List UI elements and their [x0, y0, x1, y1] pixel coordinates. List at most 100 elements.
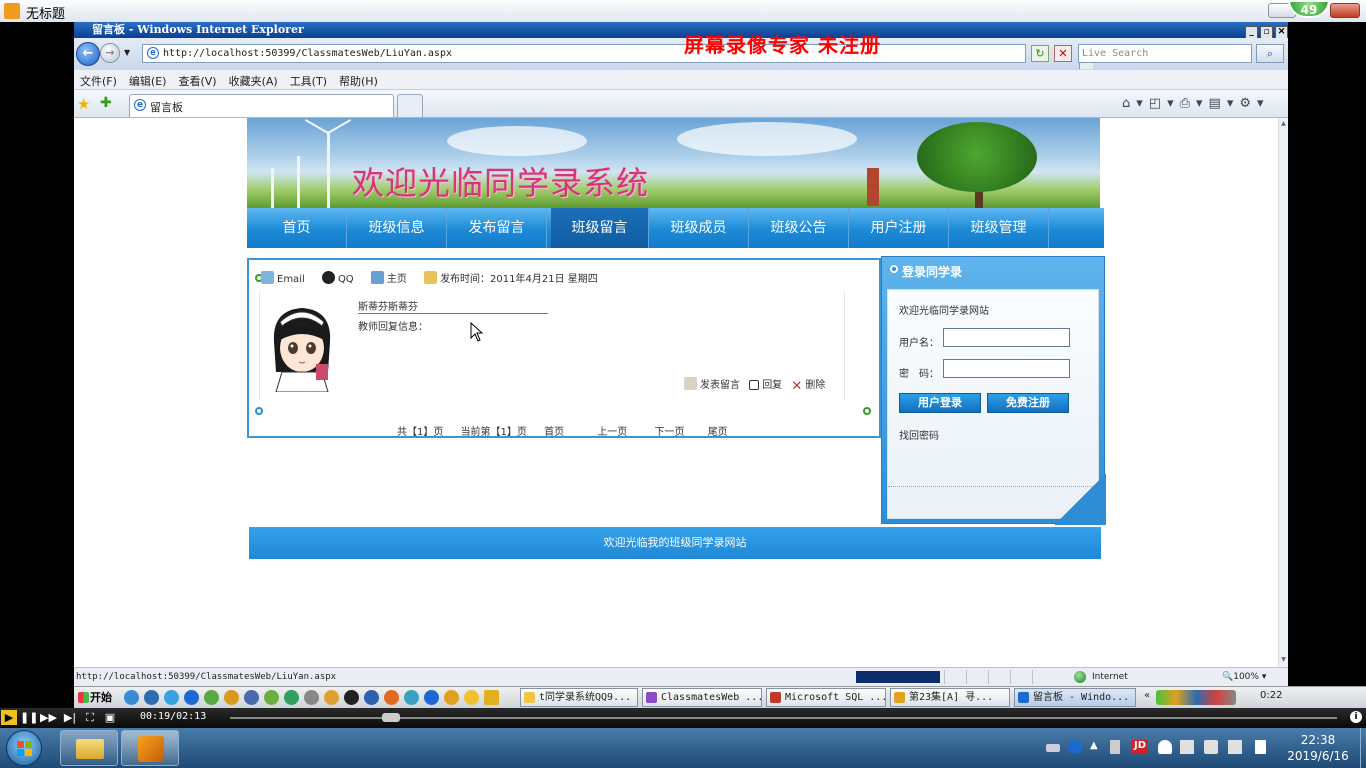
quicklaunch-icon[interactable] — [484, 690, 499, 705]
username-field[interactable] — [943, 328, 1070, 347]
qq-link[interactable]: QQ — [321, 271, 354, 285]
network-icon[interactable] — [1228, 740, 1242, 754]
favorites-star-icon[interactable]: ★ — [77, 95, 90, 113]
fullscreen-button[interactable]: ⛶ — [82, 710, 98, 725]
task-classmates-folder[interactable]: t同学录系统QQ9... — [520, 688, 638, 707]
zoom-control[interactable]: 🔍100% ▾ — [1222, 668, 1266, 686]
quicklaunch-icon[interactable] — [324, 690, 339, 705]
close-button[interactable] — [1330, 3, 1360, 18]
quicklaunch-icon[interactable] — [364, 690, 379, 705]
quicklaunch-icon[interactable] — [344, 690, 359, 705]
add-favorite-icon[interactable]: ✚ — [100, 95, 112, 111]
tray-expand-icon[interactable]: « — [1144, 690, 1150, 701]
keyboard-icon[interactable] — [1046, 744, 1060, 752]
signal-icon[interactable] — [1252, 740, 1266, 754]
start-orb[interactable] — [6, 730, 42, 766]
system-clock[interactable]: 22:38 2019/6/16 — [1280, 732, 1356, 764]
search-button[interactable]: ⌕ — [1256, 44, 1284, 63]
task-player[interactable]: 第23集[A] 寻... — [890, 688, 1010, 707]
quicklaunch-icon[interactable] — [244, 690, 259, 705]
first-page-link[interactable]: 首页 — [544, 427, 564, 438]
scroll-up-icon[interactable]: ▲ — [1279, 120, 1288, 129]
home-icon[interactable]: ⌂▾ — [1122, 96, 1149, 111]
nav-class-notices[interactable]: 班级公告 — [749, 208, 849, 248]
vertical-scrollbar[interactable]: ▲ ▼ — [1278, 118, 1288, 667]
tab-liuyanban[interactable]: e 留言板 — [129, 94, 394, 117]
feeds-icon[interactable]: ◰▾ — [1149, 96, 1180, 111]
tray-arrow-icon[interactable]: ▲ — [1090, 740, 1104, 754]
search-input[interactable]: Live Search — [1078, 44, 1252, 63]
task-ie-liuyanban[interactable]: 留言板 - Windo... — [1014, 688, 1136, 707]
pause-button[interactable]: ❚❚ — [20, 710, 38, 725]
quicklaunch-icon[interactable] — [144, 690, 159, 705]
quicklaunch-icon[interactable] — [204, 690, 219, 705]
fit-window-button[interactable]: ▣ — [102, 710, 118, 725]
menu-file[interactable]: 文件(F) — [74, 70, 123, 89]
address-bar[interactable]: e http://localhost:50399/ClassmatesWeb/L… — [142, 44, 1093, 69]
prev-page-link[interactable]: 上一页 — [597, 427, 627, 438]
fast-forward-button[interactable]: ▶▶ — [40, 710, 57, 725]
quicklaunch-icon[interactable] — [284, 690, 299, 705]
pinned-screen-recorder[interactable] — [121, 730, 179, 766]
menu-tools[interactable]: 工具(T) — [284, 70, 333, 89]
menu-view[interactable]: 查看(V) — [172, 70, 222, 89]
email-link[interactable]: Email — [261, 271, 305, 285]
quicklaunch-icon[interactable] — [304, 690, 319, 705]
delete-link[interactable]: ✕ 删除 — [791, 379, 825, 394]
page-menu-icon[interactable]: ▤▾ — [1209, 96, 1240, 111]
notification-bell-icon[interactable] — [1158, 740, 1172, 754]
tray-icons[interactable] — [1156, 690, 1236, 705]
info-icon[interactable]: i — [1350, 711, 1362, 723]
quicklaunch-icon[interactable] — [464, 690, 479, 705]
login-button[interactable]: 用户登录 — [899, 393, 981, 413]
menu-edit[interactable]: 编辑(E) — [123, 70, 173, 89]
quicklaunch-icon[interactable] — [404, 690, 419, 705]
pinned-explorer[interactable] — [60, 730, 118, 766]
nav-class-messages[interactable]: 班级留言 — [551, 208, 649, 248]
quicklaunch-icon[interactable] — [424, 690, 439, 705]
task-visual-studio[interactable]: ClassmatesWeb ... — [642, 688, 762, 707]
forward-button[interactable]: → — [100, 43, 120, 63]
jd-icon[interactable]: JD — [1132, 740, 1148, 754]
forgot-password-link[interactable]: 找回密码 — [899, 427, 939, 442]
back-button[interactable]: ← — [76, 42, 100, 66]
volume-muted-icon[interactable] — [1204, 740, 1218, 754]
quicklaunch-icon[interactable] — [164, 690, 179, 705]
nav-post-message[interactable]: 发布留言 — [447, 208, 547, 248]
quicklaunch-icon[interactable] — [224, 690, 239, 705]
stop-button[interactable]: ✕ — [1054, 45, 1072, 62]
quicklaunch-icon[interactable] — [384, 690, 399, 705]
new-tab-button[interactable] — [397, 94, 423, 117]
start-button[interactable]: 开始 — [76, 689, 118, 706]
history-dropdown-icon[interactable]: ▼ — [124, 48, 130, 57]
show-desktop-button[interactable] — [1360, 728, 1366, 768]
quicklaunch-icon[interactable] — [444, 690, 459, 705]
nav-home[interactable]: 首页 — [247, 208, 347, 248]
device-icon[interactable] — [1180, 740, 1194, 754]
nav-class-members[interactable]: 班级成员 — [649, 208, 749, 248]
play-button[interactable]: ▶ — [1, 710, 17, 725]
homepage-link[interactable]: 主页 — [370, 271, 407, 285]
quicklaunch-icon[interactable] — [184, 690, 199, 705]
step-button[interactable]: ▶| — [62, 710, 78, 725]
post-message-link[interactable]: 发表留言 — [684, 377, 740, 391]
password-field[interactable] — [943, 359, 1070, 378]
task-sql-server[interactable]: Microsoft SQL ... — [766, 688, 886, 707]
menu-help[interactable]: 帮助(H) — [333, 70, 384, 89]
security-zone[interactable]: Internet — [1072, 668, 1212, 686]
tools-gear-icon[interactable]: ⚙▾ — [1239, 96, 1269, 111]
last-page-link[interactable]: 尾页 — [708, 427, 728, 438]
menu-favorites[interactable]: 收藏夹(A) — [223, 70, 284, 89]
register-button[interactable]: 免费注册 — [987, 393, 1069, 413]
help-icon[interactable] — [1068, 740, 1082, 754]
nav-user-register[interactable]: 用户注册 — [849, 208, 949, 248]
next-page-link[interactable]: 下一页 — [655, 427, 685, 438]
nav-class-info[interactable]: 班级信息 — [347, 208, 447, 248]
nav-class-admin[interactable]: 班级管理 — [949, 208, 1049, 248]
tray-icon[interactable] — [1110, 740, 1120, 754]
quicklaunch-icon[interactable] — [124, 690, 139, 705]
scroll-down-icon[interactable]: ▼ — [1279, 656, 1288, 665]
quicklaunch-icon[interactable] — [264, 690, 279, 705]
refresh-button[interactable]: ↻ — [1031, 45, 1049, 62]
seek-handle[interactable] — [382, 713, 400, 722]
